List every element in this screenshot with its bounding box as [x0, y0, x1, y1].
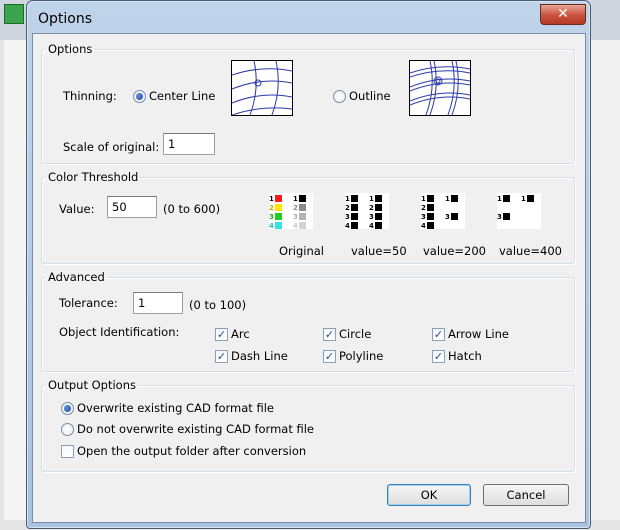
- svg-text:1: 1: [369, 195, 374, 203]
- value-200-preview: 1 2 3 4 1 3: [421, 193, 465, 230]
- svg-text:1: 1: [345, 195, 350, 203]
- app-icon: [4, 4, 24, 24]
- no-overwrite-label[interactable]: Do not overwrite existing CAD format fil…: [77, 422, 314, 436]
- value-50-preview-image: 1 2 3 4 1 2 3 4: [345, 195, 382, 230]
- svg-text:4: 4: [269, 222, 274, 229]
- svg-text:3: 3: [345, 213, 350, 221]
- value-200-caption: value=200: [423, 244, 486, 258]
- title-bar: Options ✕: [27, 1, 590, 35]
- open-folder-label[interactable]: Open the output folder after conversion: [77, 444, 306, 458]
- svg-text:3: 3: [293, 213, 298, 221]
- scale-input[interactable]: 1: [163, 133, 215, 155]
- svg-text:4: 4: [345, 222, 350, 229]
- original-caption: Original: [279, 244, 325, 258]
- hatch-checkbox[interactable]: ✓: [432, 350, 445, 363]
- tolerance-input[interactable]: 1: [133, 292, 183, 314]
- dash-line-label[interactable]: Dash Line: [231, 349, 288, 363]
- color-threshold-legend: Color Threshold: [48, 170, 139, 184]
- outline-label[interactable]: Outline: [349, 89, 391, 103]
- dialog-client-area: Options Thinning: Center Line Outline Sc…: [32, 33, 586, 523]
- svg-text:3: 3: [421, 213, 426, 221]
- open-folder-checkbox[interactable]: [61, 445, 74, 458]
- overwrite-label[interactable]: Overwrite existing CAD format file: [77, 401, 274, 415]
- options-dialog: Options ✕ Options Thinning: Center Line …: [26, 0, 591, 529]
- hatch-label[interactable]: Hatch: [448, 349, 482, 363]
- close-button[interactable]: ✕: [540, 4, 586, 25]
- center-line-radio[interactable]: [133, 90, 146, 103]
- background-right-panel: [588, 40, 620, 520]
- dialog-title: Options: [38, 11, 93, 27]
- value-400-preview-image: 1 1 3: [497, 195, 534, 221]
- center-line-preview: [231, 60, 293, 116]
- polyline-checkbox[interactable]: ✓: [323, 350, 336, 363]
- no-overwrite-radio[interactable]: [61, 423, 74, 436]
- svg-text:1: 1: [521, 195, 526, 203]
- svg-text:2: 2: [421, 204, 426, 212]
- output-options-legend: Output Options: [48, 378, 136, 392]
- svg-text:2: 2: [293, 204, 298, 212]
- center-line-preview-image: [231, 60, 293, 116]
- svg-text:2: 2: [269, 204, 274, 212]
- svg-text:2: 2: [369, 204, 374, 212]
- arc-label[interactable]: Arc: [231, 327, 250, 341]
- svg-text:3: 3: [445, 213, 450, 221]
- arc-checkbox[interactable]: ✓: [215, 328, 228, 341]
- scale-label: Scale of original:: [63, 140, 160, 154]
- value-400-caption: value=400: [499, 244, 562, 258]
- value-200-preview-image: 1 2 3 4 1 3: [421, 195, 458, 230]
- value-50-preview: 1 2 3 4 1 2 3 4: [345, 193, 389, 230]
- threshold-range-label: (0 to 600): [163, 202, 221, 216]
- arrow-line-label[interactable]: Arrow Line: [448, 327, 509, 341]
- object-identification-label: Object Identification:: [59, 325, 180, 339]
- svg-text:4: 4: [293, 222, 298, 229]
- advanced-legend: Advanced: [48, 270, 105, 284]
- svg-text:3: 3: [497, 213, 502, 221]
- threshold-value-label: Value:: [59, 202, 95, 216]
- original-preview-image: 1 2 3 4 1 2 3 4: [269, 195, 306, 230]
- arrow-line-checkbox[interactable]: ✓: [432, 328, 445, 341]
- advanced-group: Advanced: [41, 270, 575, 372]
- value-400-preview: 1 1 3: [497, 193, 541, 229]
- svg-text:1: 1: [293, 195, 298, 203]
- thinning-label: Thinning:: [63, 89, 117, 103]
- original-preview: 1 2 3 4 1 2 3 4: [269, 193, 313, 230]
- close-icon: ✕: [557, 6, 569, 22]
- outline-preview-image: [409, 60, 471, 116]
- cancel-button[interactable]: Cancel: [483, 484, 569, 506]
- ok-button[interactable]: OK: [387, 484, 471, 506]
- options-group-legend: Options: [48, 42, 93, 56]
- outline-preview: [409, 60, 471, 116]
- tolerance-label: Tolerance:: [59, 296, 118, 310]
- svg-text:4: 4: [369, 222, 374, 229]
- polyline-label[interactable]: Polyline: [339, 349, 383, 363]
- outline-radio[interactable]: [333, 90, 346, 103]
- dash-line-checkbox[interactable]: ✓: [215, 350, 228, 363]
- svg-text:1: 1: [445, 195, 450, 203]
- circle-checkbox[interactable]: ✓: [323, 328, 336, 341]
- svg-text:1: 1: [269, 195, 274, 203]
- svg-text:1: 1: [497, 195, 502, 203]
- tolerance-range-label: (0 to 100): [189, 298, 247, 312]
- value-50-caption: value=50: [351, 244, 407, 258]
- threshold-value-input[interactable]: 50: [107, 196, 157, 218]
- svg-text:4: 4: [421, 222, 426, 229]
- center-line-label[interactable]: Center Line: [149, 89, 215, 103]
- circle-label[interactable]: Circle: [339, 327, 371, 341]
- svg-text:3: 3: [369, 213, 374, 221]
- svg-text:1: 1: [421, 195, 426, 203]
- overwrite-radio[interactable]: [61, 402, 74, 415]
- svg-text:2: 2: [345, 204, 350, 212]
- svg-text:3: 3: [269, 213, 274, 221]
